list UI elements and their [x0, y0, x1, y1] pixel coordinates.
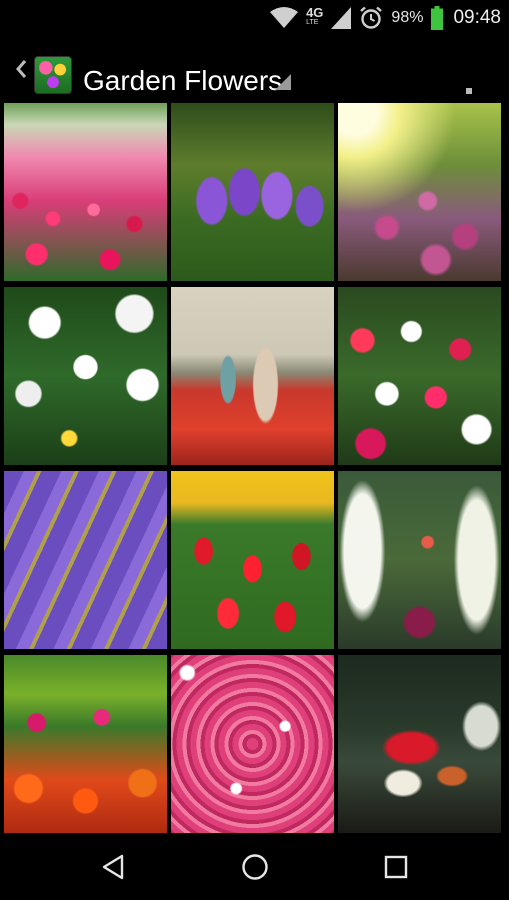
- status-bar: 4G LTE 98% 09:48: [0, 0, 509, 36]
- battery-percent: 98%: [391, 9, 424, 26]
- nav-back-button[interactable]: [68, 834, 158, 900]
- dropdown-triangle-icon[interactable]: [275, 74, 291, 90]
- battery-icon: [431, 6, 444, 30]
- signal-icon: [331, 7, 352, 29]
- navigation-bar: [0, 834, 509, 900]
- gallery-grid: [0, 100, 509, 834]
- tile-white-daisies[interactable]: [4, 287, 167, 465]
- tile-pink-white-daisy-field[interactable]: [338, 287, 501, 465]
- alarm-icon: [360, 6, 383, 29]
- action-bar: Garden Flowers: [0, 36, 509, 120]
- network-type-label: 4G LTE: [306, 5, 324, 26]
- tile-girl-in-red-tulips[interactable]: [171, 287, 334, 465]
- home-circle-icon: [242, 854, 268, 880]
- back-triangle-icon: [102, 854, 124, 880]
- back-chevron-icon[interactable]: [14, 58, 28, 80]
- nav-recents-button[interactable]: [351, 834, 441, 900]
- clock: 09:48: [453, 7, 501, 28]
- recents-square-icon: [384, 855, 408, 879]
- page-title[interactable]: Garden Flowers: [83, 65, 282, 97]
- tile-geranium-pots-patio[interactable]: [338, 655, 501, 833]
- tile-red-yellow-tulips[interactable]: [171, 471, 334, 649]
- tile-pink-echinacea-sunlight[interactable]: [338, 103, 501, 281]
- wifi-icon: [270, 7, 299, 28]
- tile-pink-impatiens[interactable]: [171, 655, 334, 833]
- tile-white-snapdragons[interactable]: [338, 471, 501, 649]
- nav-home-button[interactable]: [210, 834, 300, 900]
- status-icons: 4G LTE 98% 09:48: [270, 0, 501, 36]
- app-icon[interactable]: [34, 56, 72, 94]
- tile-orange-pink-tulips-park[interactable]: [4, 655, 167, 833]
- tile-pink-tulip-field[interactable]: [4, 103, 167, 281]
- tile-purple-crocus[interactable]: [171, 103, 334, 281]
- tile-lavender-rows[interactable]: [4, 471, 167, 649]
